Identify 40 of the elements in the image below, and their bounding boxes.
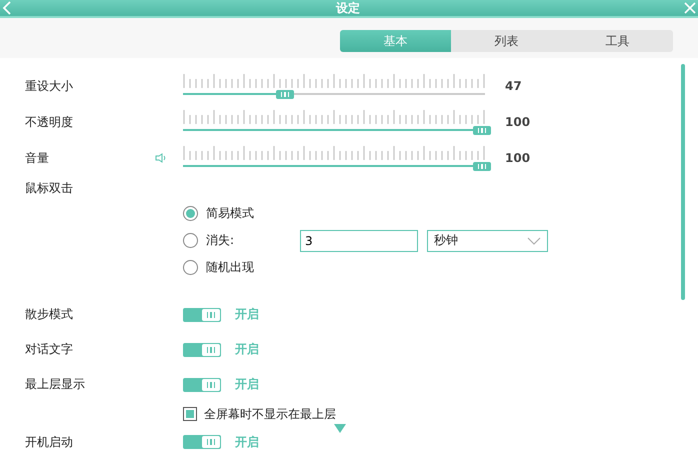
unit-dropdown[interactable]: 秒钟	[427, 230, 548, 252]
toggle-switch[interactable]	[183, 378, 221, 392]
toggle-switch[interactable]	[183, 308, 221, 322]
option-label: 消失:	[206, 232, 236, 249]
switch-status: 开启	[235, 341, 259, 358]
tab[interactable]: 列表	[451, 30, 562, 52]
checkbox-label: 全屏幕时不显示在最上层	[204, 406, 336, 422]
slider-value: 100	[505, 151, 530, 165]
setting-label: 最上层显示	[25, 376, 86, 393]
tab[interactable]: 工具	[562, 30, 673, 52]
setting-label: 对话文字	[25, 341, 74, 358]
setting-label: 鼠标双击	[25, 180, 74, 196]
window-title: 设定	[336, 0, 360, 16]
scrollbar[interactable]	[681, 64, 685, 300]
option-label: 简易模式	[206, 205, 255, 222]
slider[interactable]	[183, 146, 491, 170]
setting-label: 开机启动	[25, 434, 74, 450]
switch-status: 开启	[235, 434, 259, 450]
radio-button[interactable]	[183, 233, 198, 248]
back-icon[interactable]	[2, 1, 12, 15]
close-icon[interactable]	[684, 2, 696, 14]
setting-label: 重设大小	[25, 78, 74, 94]
speaker-icon[interactable]	[155, 153, 167, 163]
checkbox[interactable]	[183, 407, 197, 421]
option-label: 随机出现	[206, 259, 255, 276]
setting-label: 散步模式	[25, 306, 74, 323]
scroll-down-icon[interactable]	[334, 424, 346, 433]
setting-label: 不透明度	[25, 114, 74, 130]
toggle-switch[interactable]	[183, 435, 221, 449]
toggle-switch[interactable]	[183, 342, 221, 356]
switch-status: 开启	[235, 376, 259, 393]
slider-value: 100	[505, 115, 530, 129]
chevron-icon	[527, 236, 541, 244]
radio-button[interactable]	[183, 260, 198, 275]
setting-label: 音量	[25, 150, 50, 166]
slider-value: 47	[505, 79, 522, 93]
radio-button[interactable]	[183, 206, 198, 221]
slider[interactable]	[183, 110, 491, 134]
input-field[interactable]: 3	[300, 230, 418, 252]
switch-status: 开启	[235, 306, 259, 323]
